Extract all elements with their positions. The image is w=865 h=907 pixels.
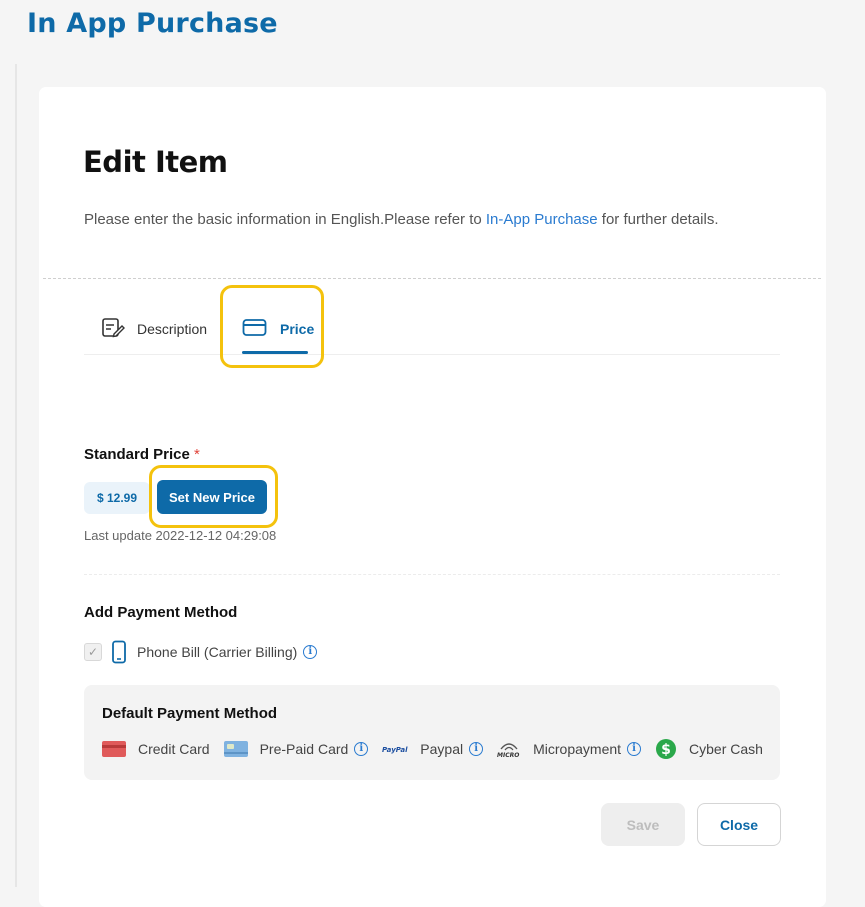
edit-item-card: Edit Item Please enter the basic informa… bbox=[39, 87, 826, 907]
intro-suffix: for further details. bbox=[597, 211, 719, 228]
paypal-info-icon[interactable]: i bbox=[469, 742, 484, 756]
phone-icon bbox=[111, 640, 127, 664]
section-divider bbox=[84, 574, 780, 575]
payment-item-credit-card: Credit Card bbox=[102, 741, 210, 757]
required-mark: * bbox=[194, 446, 200, 463]
prepaid-card-info-icon[interactable]: i bbox=[354, 742, 369, 756]
phone-bill-info-icon[interactable]: i bbox=[303, 645, 318, 659]
payment-item-prepaid-card: Pre-Paid Card i bbox=[223, 741, 369, 757]
set-price-highlight bbox=[149, 465, 278, 528]
tab-description-label: Description bbox=[137, 321, 208, 337]
current-price-chip: $ 12.99 bbox=[84, 482, 150, 514]
intro-prefix: Please enter the basic information in En… bbox=[84, 211, 486, 228]
card-title: Edit Item bbox=[83, 145, 228, 179]
svg-text:$: $ bbox=[661, 742, 671, 758]
payment-item-paypal: PayPal Paypal i bbox=[382, 741, 484, 757]
tabs-divider bbox=[84, 354, 780, 355]
micropayment-label: Micropayment bbox=[533, 741, 622, 757]
micropayment-icon: MICRO bbox=[497, 740, 521, 758]
default-payment-list: Credit Card Pre-Paid Card i PayPal Paypa… bbox=[102, 738, 777, 760]
phone-bill-checkbox[interactable]: ✓ bbox=[84, 643, 102, 661]
in-app-purchase-link[interactable]: In-App Purchase bbox=[486, 211, 598, 228]
paypal-label: Paypal bbox=[420, 741, 464, 757]
micropayment-info-icon[interactable]: i bbox=[627, 742, 642, 756]
add-payment-method-label: Add Payment Method bbox=[84, 604, 238, 621]
payment-item-micropayment: MICRO Micropayment i bbox=[497, 740, 642, 758]
svg-text:MICRO: MICRO bbox=[497, 752, 519, 758]
left-divider bbox=[15, 64, 17, 887]
prepaid-card-icon bbox=[223, 741, 248, 757]
standard-price-label: Standard Price * bbox=[84, 446, 200, 463]
default-payment-method-box: Default Payment Method Credit Card Pre-P… bbox=[84, 685, 780, 780]
standard-price-text: Standard Price bbox=[84, 446, 190, 463]
last-update-text: Last update 2022-12-12 04:29:08 bbox=[84, 528, 277, 543]
default-payment-method-title: Default Payment Method bbox=[102, 705, 278, 722]
header-divider bbox=[43, 278, 821, 279]
prepaid-card-label: Pre-Paid Card bbox=[259, 741, 349, 757]
close-button[interactable]: Close bbox=[697, 803, 781, 846]
save-button[interactable]: Save bbox=[601, 803, 685, 846]
phone-bill-row: ✓ Phone Bill (Carrier Billing) i bbox=[84, 640, 318, 664]
credit-card-label: Credit Card bbox=[138, 741, 210, 757]
price-tab-highlight bbox=[220, 285, 324, 368]
intro-text: Please enter the basic information in En… bbox=[84, 211, 719, 228]
cyber-cash-icon: $ bbox=[655, 738, 677, 760]
page-title: In App Purchase bbox=[27, 8, 278, 39]
tab-description[interactable]: Description bbox=[101, 307, 207, 351]
paypal-icon: PayPal bbox=[382, 743, 408, 755]
phone-bill-label: Phone Bill (Carrier Billing) bbox=[137, 644, 298, 660]
svg-text:PayPal: PayPal bbox=[382, 746, 408, 754]
payment-item-cyber-cash: $ Cyber Cash bbox=[655, 738, 763, 760]
cyber-cash-label: Cyber Cash bbox=[689, 741, 763, 757]
edit-document-icon bbox=[101, 317, 125, 342]
credit-card-icon bbox=[102, 741, 126, 757]
